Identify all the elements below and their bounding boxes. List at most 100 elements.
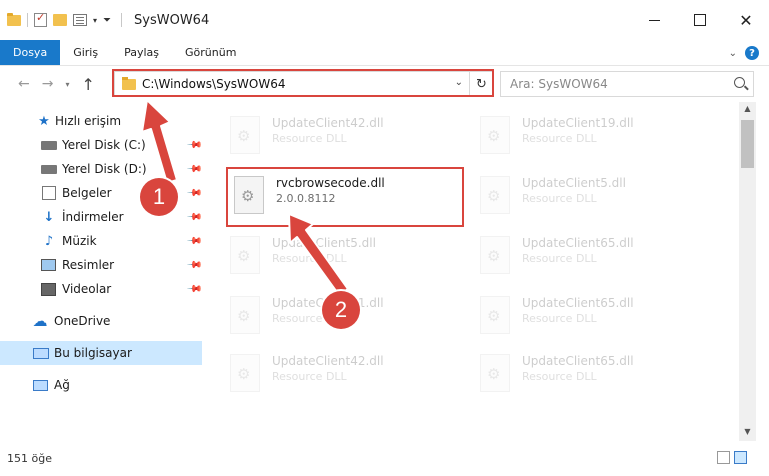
search-icon (734, 77, 745, 88)
view-toggle (717, 451, 747, 464)
ribbon-right: ⌄ ? (729, 40, 759, 66)
scroll-thumb[interactable] (741, 120, 754, 168)
sidebar-item-label: OneDrive (54, 314, 111, 328)
tiles-view-icon[interactable] (734, 451, 747, 464)
cloud-icon: ☁ (32, 312, 48, 330)
expand-ribbon-icon[interactable]: ⌄ (729, 48, 737, 59)
sidebar-item-label: Ağ (54, 378, 70, 392)
chevron-down-icon[interactable]: ▾ (93, 16, 97, 25)
file-name: UpdateClient65.dll (522, 354, 634, 368)
sidebar-item-label: Videolar (62, 282, 112, 296)
tab-home[interactable]: Giriş (60, 40, 111, 65)
sidebar-item-onedrive[interactable]: ☁ OneDrive (0, 309, 202, 333)
file-highlight (226, 167, 464, 227)
window-title: SysWOW64 (134, 12, 210, 28)
help-icon[interactable]: ? (745, 46, 759, 60)
item-count: 151 öğe (7, 452, 52, 465)
file-item[interactable]: UpdateClient42.dll Resource DLL (222, 346, 462, 398)
up-icon[interactable]: ↑ (81, 75, 94, 94)
scroll-down-icon[interactable]: ▼ (739, 427, 756, 439)
sidebar-item-music[interactable]: ♪ Müzik 📌 (0, 229, 203, 253)
view-icon[interactable] (73, 14, 87, 26)
file-item[interactable]: UpdateClient65.dll Resource DLL (472, 346, 712, 398)
computer-icon (33, 347, 49, 359)
downloads-icon: ↓ (43, 209, 55, 225)
pin-icon[interactable]: 📌 (186, 281, 203, 298)
tab-file[interactable]: Dosya (0, 40, 61, 65)
search-input[interactable]: Ara: SysWOW64 (500, 71, 754, 97)
navigation-buttons: ← → ▾ ↑ (0, 75, 118, 94)
new-folder-icon[interactable] (53, 14, 67, 26)
pictures-icon (41, 259, 56, 271)
pin-icon[interactable]: 📌 (186, 161, 203, 178)
file-item[interactable]: UpdateClient5.dll Resource DLL (222, 228, 462, 280)
file-description: Resource DLL (522, 312, 597, 325)
file-description: Resource DLL (522, 132, 597, 145)
sidebar-item-label: Yerel Disk (D:) (62, 162, 147, 176)
sidebar-item-label: Müzik (62, 234, 97, 248)
network-icon (33, 379, 48, 391)
sidebar-item-label: İndirmeler (62, 210, 124, 224)
divider (121, 13, 123, 27)
file-description: Resource DLL (272, 132, 347, 145)
pin-icon[interactable]: 📌 (186, 233, 203, 250)
file-name: UpdateClient42.dll (272, 354, 384, 368)
file-item[interactable]: UpdateClient65.dll Resource DLL (472, 288, 712, 340)
search-placeholder: Ara: SysWOW64 (510, 77, 608, 91)
file-item[interactable]: UpdateClient42.dll Resource DLL (222, 108, 462, 160)
minimize-button[interactable] (631, 0, 677, 40)
pin-icon[interactable]: 📌 (186, 185, 203, 202)
file-item[interactable]: UpdateClient5.dll Resource DLL (472, 168, 712, 220)
file-item[interactable]: UpdateClient65.dll Resource DLL (472, 228, 712, 280)
drive-icon (41, 164, 57, 174)
window-controls: ✕ (631, 0, 769, 40)
customize-toolbar-icon[interactable]: ⏷ (103, 15, 111, 26)
folder-icon (7, 12, 21, 26)
tab-share[interactable]: Paylaş (111, 40, 172, 65)
close-button[interactable]: ✕ (723, 0, 769, 40)
step-1-badge: 1 (140, 178, 178, 216)
scroll-up-icon[interactable]: ▲ (739, 104, 756, 116)
dll-file-icon (480, 296, 510, 334)
file-description: Resource DLL (522, 370, 597, 383)
pin-icon[interactable]: 📌 (186, 209, 203, 226)
music-icon: ♪ (44, 233, 54, 249)
sidebar-item-videos[interactable]: Videolar 📌 (0, 277, 203, 301)
file-name: UpdateClient19.dll (522, 116, 634, 130)
dll-file-icon (480, 116, 510, 154)
file-name: UpdateClient5.dll (272, 236, 376, 250)
pin-icon[interactable]: 📌 (186, 257, 203, 274)
file-description: Resource DLL (272, 252, 347, 265)
sidebar-item-label: Resimler (62, 258, 115, 272)
ribbon-tabs: Dosya Giriş Paylaş Görünüm ⌄ ? (0, 40, 769, 66)
properties-icon[interactable] (34, 11, 47, 27)
sidebar-item-label: Yerel Disk (C:) (62, 138, 146, 152)
pin-icon[interactable]: 📌 (186, 137, 203, 154)
back-icon[interactable]: ← (18, 76, 30, 92)
step-2-badge: 2 (322, 291, 360, 329)
dll-file-icon (230, 236, 260, 274)
dll-file-icon (480, 354, 510, 392)
sidebar-item-this-pc[interactable]: Bu bilgisayar (0, 341, 202, 365)
sidebar-item-disk-c[interactable]: Yerel Disk (C:) 📌 (0, 133, 203, 157)
details-view-icon[interactable] (717, 451, 730, 464)
forward-icon[interactable]: → (42, 76, 54, 92)
recent-locations-icon[interactable]: ▾ (65, 80, 69, 89)
file-item[interactable]: UpdateClient19.dll Resource DLL (472, 108, 712, 160)
sidebar-item-label: Bu bilgisayar (54, 346, 132, 360)
dll-file-icon (480, 176, 510, 214)
dll-file-icon (480, 236, 510, 274)
sidebar-item-pictures[interactable]: Resimler 📌 (0, 253, 203, 277)
file-description: Resource DLL (272, 370, 347, 383)
maximize-button[interactable] (677, 0, 723, 40)
sidebar-item-quick-access[interactable]: ★ Hızlı erişim (0, 109, 202, 133)
navigation-pane: ★ Hızlı erişim Yerel Disk (C:) 📌 Yerel D… (0, 102, 206, 441)
sidebar-item-label: Hızlı erişim (55, 114, 122, 128)
sidebar-item-disk-d[interactable]: Yerel Disk (D:) 📌 (0, 157, 203, 181)
sidebar-item-network[interactable]: Ağ (0, 373, 202, 397)
tab-view[interactable]: Görünüm (172, 40, 249, 65)
file-name: UpdateClient65.dll (522, 296, 634, 310)
address-highlight (112, 69, 494, 97)
vertical-scrollbar[interactable]: ▲ ▼ (739, 102, 756, 441)
drive-icon (41, 140, 57, 150)
